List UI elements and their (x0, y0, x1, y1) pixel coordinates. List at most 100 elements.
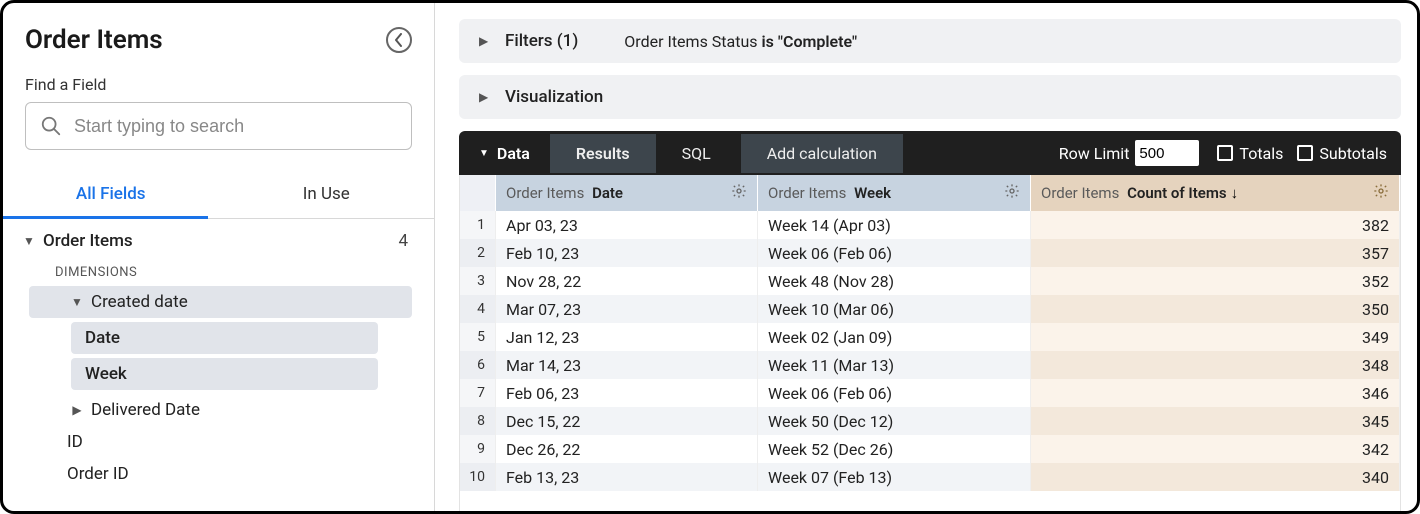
row-number-cell: 5 (460, 323, 496, 351)
table-row[interactable]: 7Feb 06, 23Week 06 (Feb 06)346 (460, 379, 1400, 407)
cell-date: Feb 06, 23 (496, 379, 758, 407)
tree-field-label: ID (67, 432, 412, 452)
table-row[interactable]: 2Feb 10, 23Week 06 (Feb 06)357 (460, 239, 1400, 267)
table-row[interactable]: 10Feb 13, 23Week 07 (Feb 13)340 (460, 463, 1400, 491)
tree-field-week[interactable]: Week (71, 358, 378, 390)
row-number-header (460, 175, 496, 211)
row-number-cell: 3 (460, 267, 496, 295)
collapse-sidebar-button[interactable] (386, 27, 412, 53)
checkbox-icon (1297, 145, 1313, 161)
filters-summary-prefix: Order Items Status (624, 32, 761, 51)
search-input[interactable] (74, 116, 397, 137)
filters-panel[interactable]: ▶ Filters (1) Order Items Status is "Com… (459, 19, 1401, 63)
cell-count: 349 (1031, 323, 1400, 351)
cell-date: Nov 28, 22 (496, 267, 758, 295)
cell-date: Mar 14, 23 (496, 351, 758, 379)
cell-count: 345 (1031, 407, 1400, 435)
tree-field-label: Delivered Date (91, 400, 412, 420)
tree-field-id[interactable]: ID (29, 426, 418, 458)
tree-field-date[interactable]: Date (71, 322, 378, 354)
tree-field-label: Week (85, 364, 372, 384)
data-section-toggle[interactable]: ▼ Data (459, 144, 550, 163)
data-label-text: Data (497, 144, 530, 163)
cell-week: Week 10 (Mar 06) (758, 295, 1031, 323)
tree-field-created-date[interactable]: ▼ Created date (29, 286, 412, 318)
gear-icon[interactable] (1373, 183, 1389, 203)
row-number-cell: 1 (460, 211, 496, 239)
cell-week: Week 07 (Feb 13) (758, 463, 1031, 491)
row-number-cell: 6 (460, 351, 496, 379)
visualization-panel[interactable]: ▶ Visualization (459, 75, 1401, 119)
totals-checkbox[interactable]: Totals (1217, 144, 1283, 163)
cell-count: 346 (1031, 379, 1400, 407)
table-row[interactable]: 5Jan 12, 23Week 02 (Jan 09)349 (460, 323, 1400, 351)
checkbox-icon (1217, 145, 1233, 161)
cell-count: 350 (1031, 295, 1400, 323)
table-row[interactable]: 1Apr 03, 23Week 14 (Apr 03)382 (460, 211, 1400, 239)
tree-group-order-items[interactable]: ▼ Order Items 4 (15, 225, 418, 257)
cell-count: 382 (1031, 211, 1400, 239)
table-row[interactable]: 4Mar 07, 23Week 10 (Mar 06)350 (460, 295, 1400, 323)
filters-panel-title: Filters (1) (505, 31, 578, 51)
sort-desc-icon: ↓ (1231, 184, 1239, 202)
cell-count: 342 (1031, 435, 1400, 463)
cell-count: 340 (1031, 463, 1400, 491)
tree-group-label: Order Items (43, 231, 392, 251)
col-name: Week (854, 184, 891, 202)
col-name: Count of Items (1127, 184, 1227, 202)
gear-icon[interactable] (731, 183, 747, 203)
cell-week: Week 52 (Dec 26) (758, 435, 1031, 463)
find-field-label: Find a Field (25, 75, 412, 94)
cell-week: Week 06 (Feb 06) (758, 379, 1031, 407)
gear-icon[interactable] (1004, 183, 1020, 203)
tab-results[interactable]: Results (550, 134, 656, 173)
row-number-cell: 4 (460, 295, 496, 323)
table-row[interactable]: 3Nov 28, 22Week 48 (Nov 28)352 (460, 267, 1400, 295)
tree-field-order-id[interactable]: Order ID (29, 458, 418, 490)
cell-week: Week 14 (Apr 03) (758, 211, 1031, 239)
col-prefix: Order Items (768, 184, 846, 202)
tab-all-fields[interactable]: All Fields (3, 172, 219, 218)
tree-field-label: Created date (91, 292, 406, 312)
row-number-cell: 2 (460, 239, 496, 267)
cell-date: Jan 12, 23 (496, 323, 758, 351)
tab-sql[interactable]: SQL (656, 134, 737, 173)
row-limit-input[interactable] (1135, 140, 1199, 166)
column-header-count[interactable]: Order Items Count of Items↓ (1031, 175, 1400, 211)
column-header-date[interactable]: Order Items Date (496, 175, 758, 211)
cell-count: 357 (1031, 239, 1400, 267)
visualization-panel-title: Visualization (505, 87, 603, 107)
totals-label: Totals (1239, 144, 1283, 163)
chevron-left-icon (394, 33, 404, 47)
cell-date: Apr 03, 23 (496, 211, 758, 239)
col-prefix: Order Items (1041, 184, 1119, 202)
tree-field-label: Date (85, 328, 372, 348)
cell-week: Week 02 (Jan 09) (758, 323, 1031, 351)
chevron-down-icon: ▼ (21, 234, 37, 248)
tab-in-use[interactable]: In Use (219, 172, 435, 218)
cell-date: Dec 26, 22 (496, 435, 758, 463)
row-number-cell: 8 (460, 407, 496, 435)
tree-field-delivered-date[interactable]: ▶ Delivered Date (29, 394, 418, 426)
add-calculation-button[interactable]: Add calculation (741, 134, 903, 173)
cell-count: 352 (1031, 267, 1400, 295)
data-bar: ▼ Data Results SQL Add calculation Row L… (459, 131, 1401, 175)
field-picker-sidebar: Order Items Find a Field All Fields In U… (3, 3, 435, 511)
sidebar-title: Order Items (25, 25, 163, 55)
table-row[interactable]: 6Mar 14, 23Week 11 (Mar 13)348 (460, 351, 1400, 379)
search-field-box[interactable] (25, 102, 412, 150)
row-limit-label: Row Limit (1059, 144, 1130, 163)
cell-date: Mar 07, 23 (496, 295, 758, 323)
table-row[interactable]: 9Dec 26, 22Week 52 (Dec 26)342 (460, 435, 1400, 463)
cell-date: Dec 15, 22 (496, 407, 758, 435)
column-header-week[interactable]: Order Items Week (758, 175, 1031, 211)
col-prefix: Order Items (506, 184, 584, 202)
table-row[interactable]: 8Dec 15, 22Week 50 (Dec 12)345 (460, 407, 1400, 435)
filters-summary-value: is "Complete" (762, 32, 858, 51)
cell-date: Feb 10, 23 (496, 239, 758, 267)
table-body: 1Apr 03, 23Week 14 (Apr 03)3822Feb 10, 2… (460, 211, 1400, 491)
subtotals-checkbox[interactable]: Subtotals (1297, 144, 1387, 163)
chevron-down-icon: ▼ (479, 148, 489, 159)
cell-week: Week 48 (Nov 28) (758, 267, 1031, 295)
chevron-right-icon: ▶ (69, 403, 85, 417)
